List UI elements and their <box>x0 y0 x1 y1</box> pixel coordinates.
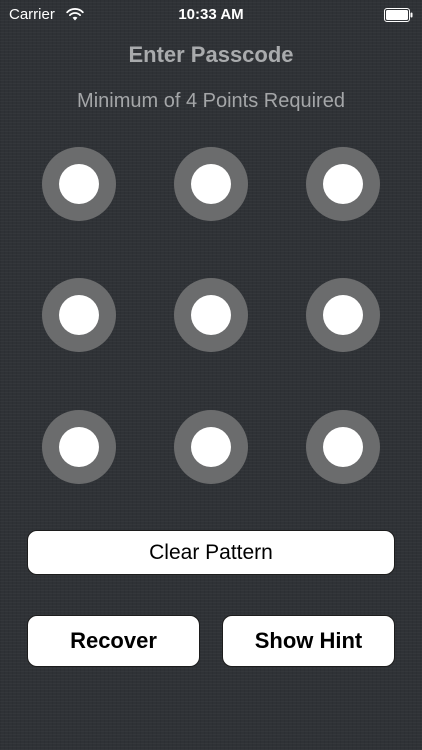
pattern-dot-7[interactable] <box>42 410 116 484</box>
pattern-dot-2[interactable] <box>174 147 248 221</box>
status-bar: Carrier 10:33 AM <box>0 0 422 30</box>
page-subtitle: Minimum of 4 Points Required <box>77 90 345 112</box>
pattern-dot-9[interactable] <box>306 410 380 484</box>
pattern-dot-3[interactable] <box>306 147 380 221</box>
show-hint-button[interactable]: Show Hint <box>222 615 395 667</box>
battery-icon <box>384 8 413 22</box>
pattern-dot-1[interactable] <box>42 147 116 221</box>
status-time: 10:33 AM <box>178 6 244 23</box>
clear-pattern-button[interactable]: Clear Pattern <box>27 530 395 575</box>
page-title: Enter Passcode <box>128 42 294 67</box>
pattern-dot-6[interactable] <box>306 278 380 352</box>
recover-button[interactable]: Recover <box>27 615 200 667</box>
pattern-dot-4[interactable] <box>42 278 116 352</box>
pattern-dot-8[interactable] <box>174 410 248 484</box>
pattern-dot-5[interactable] <box>174 278 248 352</box>
